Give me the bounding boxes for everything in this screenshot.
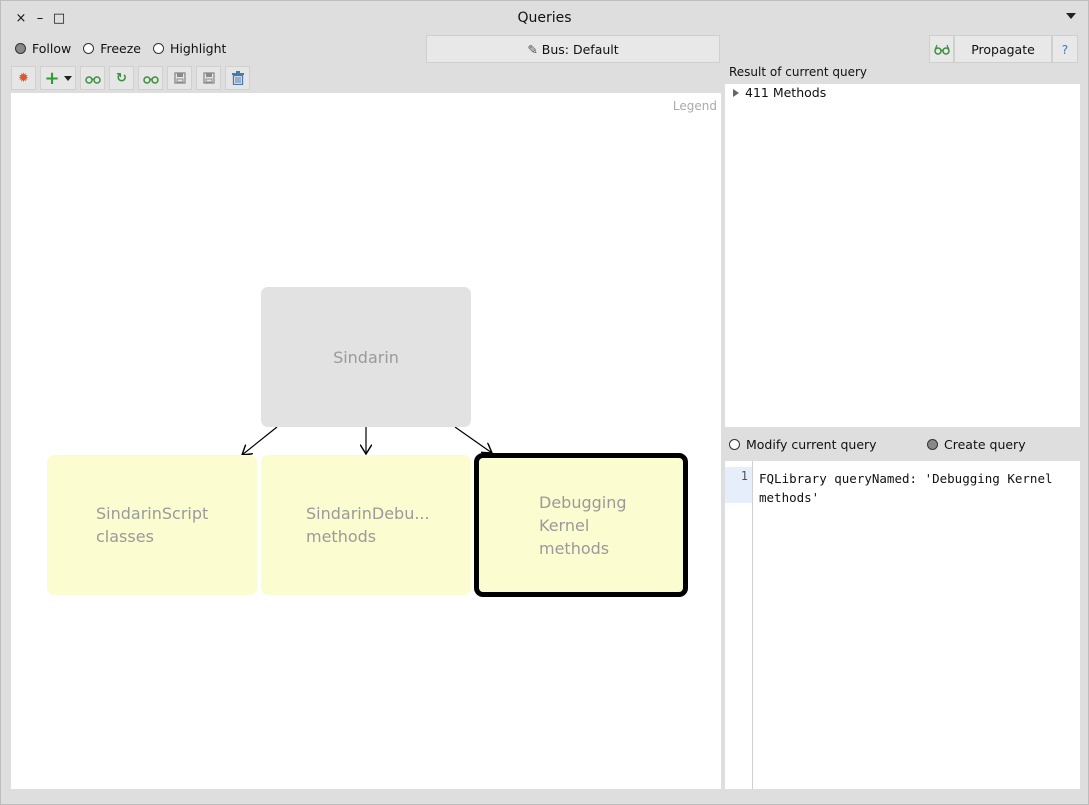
window-menu-icon[interactable]	[1066, 13, 1076, 19]
reset-icon[interactable]: ✹	[11, 66, 36, 90]
create-query-radio[interactable]: Create query	[927, 437, 1026, 452]
line-number: 1	[725, 467, 752, 503]
radio-dot-icon	[15, 43, 26, 54]
browse-icon[interactable]	[80, 66, 105, 90]
node-label-line: classes	[96, 527, 154, 546]
query-graph-canvas[interactable]: Legend Sindarin SindarinScript classes S…	[11, 93, 721, 789]
propagate-group: Propagate ?	[929, 35, 1078, 63]
follow-label: Follow	[32, 41, 72, 56]
follow-radio[interactable]: Follow	[15, 41, 71, 56]
save-icon[interactable]	[167, 66, 192, 90]
node-label: Debugging Kernel methods	[539, 491, 627, 560]
sindarin-node[interactable]: Sindarin	[261, 287, 471, 427]
node-label-line: SindarinScript	[96, 504, 209, 523]
highlight-label: Highlight	[170, 41, 227, 56]
graph-edges	[11, 426, 721, 789]
create-query-label: Create query	[944, 437, 1026, 452]
radio-dot-icon	[927, 439, 938, 450]
inspect-icon[interactable]	[138, 66, 163, 90]
title-bar: × – □ Queries	[1, 1, 1088, 37]
radio-dot-icon	[83, 43, 95, 54]
node-label-line: Kernel	[539, 515, 590, 535]
edge-to-debugging-kernel	[454, 426, 492, 453]
help-button[interactable]: ?	[1052, 35, 1078, 63]
save-as-icon[interactable]	[196, 66, 221, 90]
freeze-radio[interactable]: Freeze	[83, 41, 141, 56]
result-tree-item[interactable]: 411 Methods	[733, 85, 826, 100]
sindarindebu-methods-node[interactable]: SindarinDebu... methods	[261, 455, 471, 595]
add-query-button[interactable]: +	[40, 66, 76, 90]
query-code-editor[interactable]: 1 FQLibrary queryNamed: 'Debugging Kerne…	[725, 461, 1080, 789]
sindarin-node-label: Sindarin	[333, 347, 399, 367]
queries-window: × – □ Queries Follow Freeze Highlight ✎ …	[0, 0, 1089, 805]
refresh-icon[interactable]: ↻	[109, 66, 134, 90]
sindarinscript-classes-node[interactable]: SindarinScript classes	[47, 455, 257, 595]
debugging-kernel-methods-node[interactable]: Debugging Kernel methods	[474, 453, 688, 597]
result-item-label: 411 Methods	[745, 85, 827, 100]
chevron-down-icon	[63, 75, 72, 81]
glasses-icon[interactable]	[929, 35, 954, 63]
bus-label: Bus: Default	[541, 41, 619, 57]
node-label-line: SindarinDebu...	[306, 504, 430, 523]
query-code-text[interactable]: FQLibrary queryNamed: 'Debugging Kernel …	[759, 469, 1075, 507]
propagate-button[interactable]: Propagate	[954, 35, 1052, 63]
mode-radio-group: Follow Freeze Highlight	[15, 41, 226, 56]
query-toolbar: ✹ + ↻	[11, 66, 250, 90]
query-mode-radio-group: Modify current query Create query	[729, 437, 1079, 455]
radio-dot-icon	[153, 43, 164, 54]
node-label: SindarinScript classes	[96, 502, 208, 548]
highlight-radio[interactable]: Highlight	[153, 41, 226, 56]
expand-arrow-icon[interactable]	[733, 88, 739, 97]
node-label-line: methods	[539, 538, 610, 558]
node-label-line: methods	[306, 527, 377, 546]
node-label-line: Debugging	[539, 492, 627, 512]
node-label: SindarinDebu... methods	[306, 502, 430, 548]
window-title: Queries	[517, 10, 572, 26]
add-icon: +	[44, 67, 60, 89]
modify-query-radio[interactable]: Modify current query	[729, 437, 877, 452]
modify-query-label: Modify current query	[746, 437, 877, 452]
freeze-label: Freeze	[100, 41, 141, 56]
pencil-icon: ✎	[527, 41, 538, 57]
result-header: Result of current query	[729, 65, 868, 79]
line-number-gutter: 1	[725, 461, 753, 789]
bus-button[interactable]: ✎ Bus: Default	[426, 35, 720, 63]
trash-icon[interactable]	[225, 66, 250, 90]
radio-dot-icon	[729, 439, 740, 450]
edge-to-sindarinscript	[242, 426, 278, 455]
result-tree[interactable]: 411 Methods	[725, 84, 1080, 427]
